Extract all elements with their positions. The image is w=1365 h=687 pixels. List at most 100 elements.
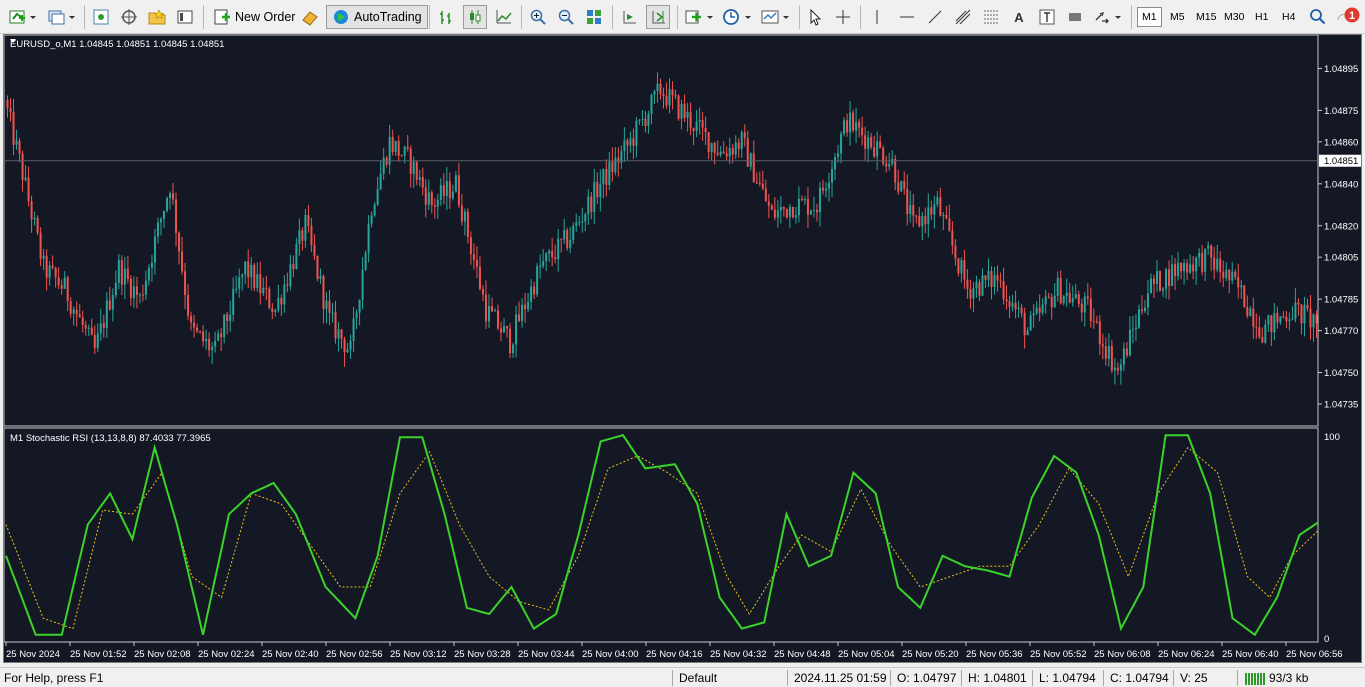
new-order-button[interactable]: New Order	[208, 5, 300, 29]
notifications-icon[interactable]: 1	[1335, 5, 1363, 29]
profiles-icon[interactable]	[44, 5, 78, 29]
fibonacci-icon[interactable]	[980, 5, 1002, 29]
candle-body	[259, 274, 262, 294]
search-icon[interactable]	[1307, 5, 1329, 29]
text-tool-icon[interactable]: A	[1008, 5, 1030, 29]
metaeditor-icon[interactable]	[298, 5, 322, 29]
candle-body	[1146, 293, 1149, 308]
status-profile[interactable]: Default	[675, 670, 717, 686]
candle-body	[277, 298, 280, 310]
candle-body	[536, 266, 539, 295]
equidistant-channel-icon[interactable]	[952, 5, 974, 29]
chart-shift-icon[interactable]	[618, 5, 640, 29]
candle-body	[611, 161, 614, 173]
candle-body	[885, 163, 888, 167]
candle-body	[554, 257, 557, 260]
candle-body	[1240, 285, 1243, 288]
timeframe-m30[interactable]: M30	[1220, 7, 1248, 27]
candle-body	[1177, 262, 1180, 277]
bar-chart-icon[interactable]	[435, 5, 457, 29]
candlestick-chart-icon[interactable]	[463, 5, 487, 29]
zoom-in-icon[interactable]	[527, 5, 549, 29]
candle-body	[436, 199, 439, 207]
candle-body	[214, 340, 217, 347]
candle-body	[108, 300, 111, 310]
folder-star-icon[interactable]	[146, 5, 168, 29]
candle-body	[81, 317, 84, 326]
candle-body	[123, 268, 126, 285]
horizontal-line-icon[interactable]	[896, 5, 918, 29]
templates-icon[interactable]	[759, 5, 793, 29]
candle-body	[391, 136, 394, 152]
candle-body	[72, 309, 75, 314]
candle-body	[1204, 248, 1207, 272]
candle-body	[141, 294, 144, 296]
chart-window[interactable]: 1.04895 1.04875 1.04860 1.04840 1.04820 1.048…	[3, 34, 1362, 663]
candle-body	[1149, 278, 1152, 294]
cursor-icon[interactable]	[804, 5, 826, 29]
candle-body	[1252, 308, 1255, 327]
chart-canvas[interactable]: 1.04895 1.04875 1.04860 1.04840 1.04820 1.048…	[4, 35, 1361, 662]
price-tick-label: 1.04750	[1324, 368, 1358, 379]
new-chart-icon[interactable]	[6, 5, 40, 29]
timeframe-m1[interactable]: M1	[1137, 7, 1162, 27]
tile-windows-icon[interactable]	[583, 5, 605, 29]
text-label-icon[interactable]	[1036, 5, 1058, 29]
vertical-line-icon[interactable]	[866, 5, 888, 29]
candle-body	[656, 83, 659, 92]
candle-body	[665, 96, 668, 106]
periods-clock-icon[interactable]	[721, 5, 755, 29]
candle-body	[153, 236, 156, 263]
candle-body	[481, 289, 484, 295]
indicators-icon[interactable]	[683, 5, 717, 29]
time-tick-label: 25 Nov 03:44	[518, 649, 575, 660]
candle-body	[241, 274, 244, 278]
terminal-icon[interactable]	[174, 5, 196, 29]
candle-body	[557, 238, 560, 260]
time-tick-label: 25 Nov 02:08	[134, 649, 191, 660]
timeframe-m5[interactable]: M5	[1166, 7, 1189, 27]
candle-body	[990, 270, 993, 287]
zoom-out-icon[interactable]	[555, 5, 577, 29]
candle-body	[1279, 316, 1282, 323]
trendline-icon[interactable]	[924, 5, 946, 29]
candle-body	[361, 269, 364, 300]
candle-body	[638, 119, 641, 121]
candle-body	[581, 221, 584, 223]
candle-body	[1077, 293, 1080, 304]
candle-body	[69, 301, 72, 314]
timeframe-h4[interactable]: H4	[1278, 7, 1299, 27]
price-tick-label: 1.04875	[1324, 106, 1358, 117]
candle-body	[1137, 309, 1140, 328]
candle-body	[280, 298, 283, 305]
arrows-tool-icon[interactable]	[1092, 5, 1124, 29]
candle-body	[939, 197, 942, 216]
timeframe-h1[interactable]: H1	[1251, 7, 1272, 27]
autotrading-button[interactable]: AutoTrading	[326, 5, 428, 29]
line-chart-icon[interactable]	[493, 5, 515, 29]
candle-body	[891, 158, 894, 164]
timeframe-m15[interactable]: M15	[1192, 7, 1220, 27]
candle-body	[484, 294, 487, 322]
time-tick-label: 25 Nov 03:12	[390, 649, 447, 660]
candle-body	[584, 214, 587, 222]
candle-body	[1276, 312, 1279, 323]
candle-body	[478, 266, 481, 290]
candle-body	[346, 349, 349, 353]
candle-body	[707, 132, 710, 153]
navigator-icon[interactable]	[118, 5, 140, 29]
crosshair-icon[interactable]	[832, 5, 854, 29]
candle-body	[921, 216, 924, 227]
autoscroll-icon[interactable]	[646, 5, 670, 29]
time-tick-label: 25 Nov 05:04	[838, 649, 895, 660]
candle-body	[500, 328, 503, 333]
candle-body	[1011, 302, 1014, 307]
market-watch-icon[interactable]	[90, 5, 112, 29]
candle-body	[608, 161, 611, 185]
rectangle-tool-icon[interactable]	[1064, 5, 1086, 29]
candle-body	[930, 207, 933, 215]
candle-body	[1264, 324, 1267, 343]
status-connection[interactable]: 93/3 kb	[1240, 670, 1308, 686]
candle-body	[1116, 367, 1119, 371]
candle-body	[331, 312, 334, 314]
